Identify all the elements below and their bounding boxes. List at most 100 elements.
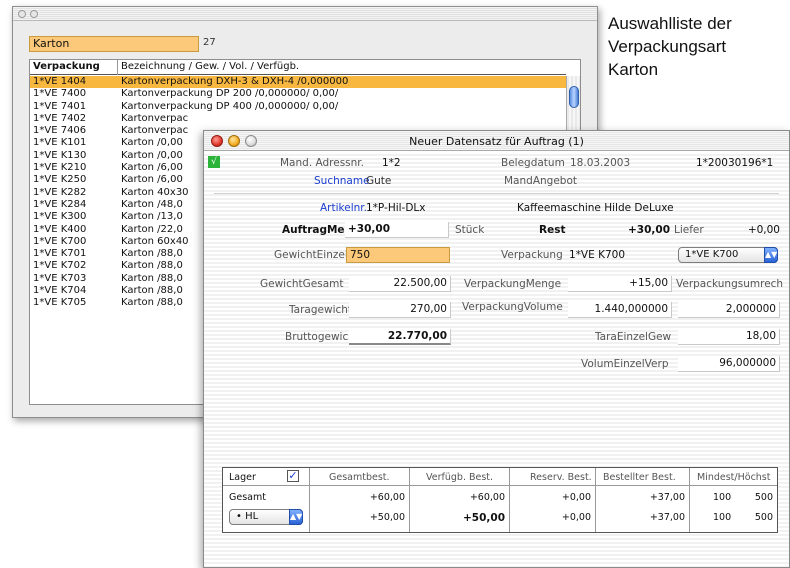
table-cell: 500	[754, 492, 773, 503]
list-item-code: 1*VE 7402	[33, 112, 87, 124]
list-item-description: Kartonverpac	[121, 112, 189, 124]
table-cell: +37,00	[649, 492, 685, 503]
record-form: √ Mand. Adressnr. 1*2 Belegdatum 18.03.2…	[204, 152, 789, 567]
liefer-label: Liefer	[674, 224, 704, 236]
list-item-description: Karton /48,0	[121, 198, 183, 210]
list-item-code: 1*VE K704	[33, 285, 87, 297]
list-item[interactable]: 1*VE 1404 Kartonverpackung DXH-3 & DXH-4 …	[30, 76, 566, 89]
list-item-description: Karton /6,00	[121, 162, 183, 174]
popup-arrows-icon: ▲▼	[289, 509, 303, 525]
table-header-row	[223, 468, 777, 486]
list-item[interactable]: 1*VE 7401 Kartonverpackung DP 400 /0,0000…	[30, 101, 566, 113]
rest-label: Rest	[539, 224, 566, 236]
list-item-code: 1*VE K250	[33, 174, 87, 186]
gewichtgesamt-label: GewichtGesamt	[260, 278, 344, 290]
list-item-code: 1*VE 7400	[33, 88, 87, 100]
table-cell: 100	[713, 512, 732, 523]
list-item-code: 1*VE K701	[33, 248, 87, 260]
verpackungsumrech-label: Verpackungsumrech	[676, 278, 784, 290]
verpackung-popup-label: 1*VE K700	[685, 249, 739, 260]
list-item-description: Karton /88,0	[121, 260, 183, 272]
list-item-description: Karton /88,0	[121, 297, 183, 309]
artikelnr-value: 1*P-Hil-DLx	[366, 202, 426, 214]
column-divider	[409, 468, 410, 532]
verpackungvolume-label: VerpackungVolume	[462, 301, 563, 313]
stock-table: Lager ✓ Gesamtbest. Verfügb. Best. Reser…	[222, 467, 778, 533]
lager-label: Lager	[229, 472, 256, 483]
verpackung-popup[interactable]: 1*VE K700 ▲▼	[678, 247, 778, 263]
verpackungvolume-field-2[interactable]: 2,000000	[678, 302, 780, 318]
taraeinzelgew-field[interactable]: 18,00	[678, 329, 780, 345]
divider	[214, 193, 779, 194]
list-item[interactable]: 1*VE 7400 Kartonverpackung DP 200 /0,0000…	[30, 88, 566, 100]
caption-text: Auswahlliste der Verpackungsart Karton	[608, 12, 788, 81]
checkmark-icon[interactable]: √	[208, 156, 220, 168]
caption-line-3: Karton	[608, 60, 659, 79]
column-header: Reserv. Best.	[530, 472, 592, 483]
result-count: 27	[203, 37, 216, 48]
gewichteinzel-input[interactable]: 750	[346, 247, 450, 263]
verpackungvolume-field[interactable]: 1.440,000000	[568, 302, 672, 318]
list-item-code: 1*VE K101	[33, 137, 87, 149]
volumeinzelverp-field[interactable]: 96,000000	[678, 356, 780, 372]
list-item-description: Karton /0,00	[121, 137, 183, 149]
auftragmenge-input[interactable]: +30,00	[345, 222, 449, 238]
list-item-code: 1*VE K700	[33, 235, 87, 247]
list-item-code: 1*VE 1404	[33, 76, 87, 87]
column-divider	[117, 60, 118, 75]
search-input[interactable]: Karton	[29, 36, 199, 52]
popup-arrows-icon: ▲▼	[764, 247, 778, 263]
belegdatum-value: 18.03.2003	[570, 157, 631, 169]
list-item-code: 1*VE K210	[33, 162, 87, 174]
minimize-icon[interactable]	[30, 10, 38, 18]
table-cell: +0,00	[561, 492, 591, 503]
list-item-description: Kartonverpac	[121, 125, 189, 137]
taragewicht-label: Taragewicht	[289, 304, 353, 316]
list-item-code: 1*VE K400	[33, 223, 87, 235]
window-title: Neuer Datensatz für Auftrag (1)	[409, 135, 584, 148]
artikel-bezeichnung: Kaffeemaschine Hilde DeLuxe	[517, 202, 674, 214]
window-titlebar[interactable]: Neuer Datensatz für Auftrag (1)	[204, 131, 789, 151]
gewichteinzel-label: GewichtEinzel	[274, 249, 348, 261]
list-item-description: Karton /88,0	[121, 248, 183, 260]
list-header: Verpackung Bezeichnung / Gew. / Vol. / V…	[30, 60, 566, 75]
window-titlebar[interactable]	[13, 7, 597, 21]
caption-line-2: Verpackungsart	[608, 37, 727, 56]
table-cell: +37,00	[649, 512, 685, 523]
list-item-code: 1*VE K282	[33, 186, 87, 198]
verpackungmenge-label: VerpackungMenge	[464, 278, 562, 290]
list-item-description: Karton /13,0	[121, 211, 183, 223]
bruttogewicht-label: Bruttogewicht	[285, 331, 360, 343]
lager-popup[interactable]: • HL ▲▼	[229, 509, 303, 525]
verpackungmenge-field[interactable]: +15,00	[568, 276, 672, 292]
scrollbar-thumb[interactable]	[569, 86, 579, 108]
list-item-code: 1*VE K705	[33, 297, 87, 309]
list-item[interactable]: 1*VE 7402 Kartonverpac	[30, 113, 566, 125]
column-header-verpackung[interactable]: Verpackung	[33, 60, 100, 74]
table-cell: +50,00	[462, 512, 505, 524]
column-header-bezeichnung[interactable]: Bezeichnung / Gew. / Vol. / Verfügb.	[121, 60, 299, 74]
table-cell: +0,00	[561, 512, 591, 523]
bruttogewicht-field[interactable]: 22.770,00	[349, 329, 451, 345]
table-cell: +60,00	[369, 492, 405, 503]
lager-popup-label: • HL	[236, 511, 259, 522]
list-item-description: Karton 40x30	[121, 186, 189, 198]
list-item-description: Karton /6,00	[121, 174, 183, 186]
gewichtgesamt-field[interactable]: 22.500,00	[349, 276, 451, 292]
column-divider	[509, 468, 510, 532]
belegnr-value: 1*20030196*1	[696, 157, 774, 169]
lager-checkbox[interactable]: ✓	[287, 470, 299, 482]
list-item-description: Kartonverpackung DP 400 /0,000000/ 0,00/	[121, 100, 339, 112]
suchname-link[interactable]: Suchname	[314, 175, 370, 187]
caption-line-1: Auswahlliste der	[608, 14, 732, 33]
artikelnr-link[interactable]: Artikelnr.	[320, 202, 367, 214]
list-item-code: 1*VE 7401	[33, 100, 87, 112]
taragewicht-field[interactable]: 270,00	[349, 302, 451, 318]
close-icon[interactable]	[18, 10, 26, 18]
list-item-description: Karton /88,0	[121, 285, 183, 297]
list-item-code: 1*VE K703	[33, 272, 87, 284]
list-item-code: 1*VE 7406	[33, 125, 87, 137]
column-divider	[689, 468, 690, 532]
rest-value: +30,00	[627, 224, 670, 236]
list-item-description: Kartonverpackung DP 200 /0,000000/ 0,00/	[121, 88, 339, 100]
